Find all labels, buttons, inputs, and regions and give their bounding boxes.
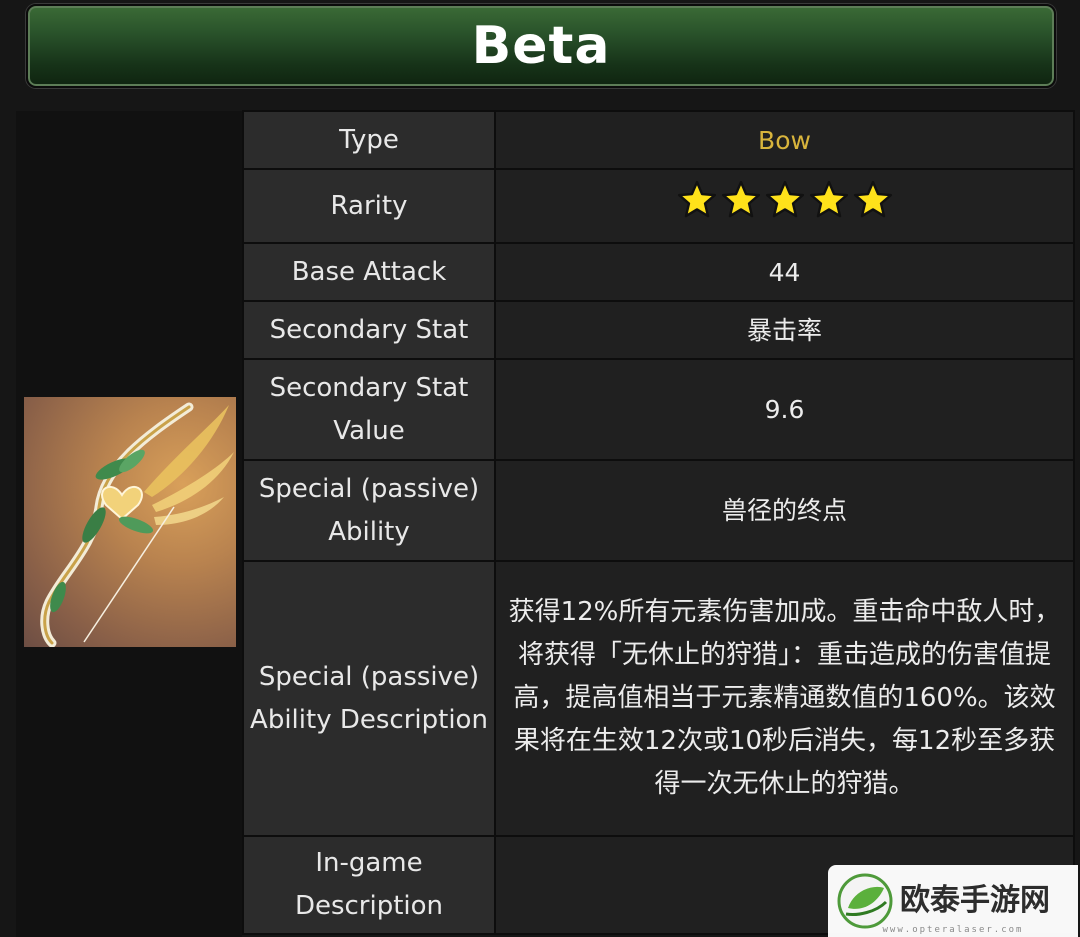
leaf-logo-icon [837, 873, 893, 929]
weapon-title: Beta [471, 16, 611, 76]
type-label: Type [242, 110, 496, 170]
rarity-label: Rarity [242, 168, 496, 244]
base-attack-label: Base Attack [242, 242, 496, 302]
row-type: Type Bow [242, 110, 1075, 170]
secondary-stat-value-value: 9.6 [494, 358, 1075, 461]
weapon-info-table: Type Bow Rarity Base Attack 44 Secondary… [242, 110, 1075, 935]
row-rarity: Rarity [242, 168, 1075, 244]
site-watermark: 欧泰手游网 www.opteralaser.com [828, 865, 1078, 937]
special-ability-label: Special (passive) Ability [242, 459, 496, 562]
row-base-attack: Base Attack 44 [242, 242, 1075, 302]
rarity-value [494, 168, 1075, 244]
secondary-stat-value: 暴击率 [494, 300, 1075, 360]
weapon-image [24, 397, 236, 647]
secondary-stat-value-label: Secondary Stat Value [242, 358, 496, 461]
watermark-site: www.opteralaser.com [882, 925, 1024, 935]
star-icon [809, 180, 848, 217]
star-icon [853, 180, 892, 217]
special-ability-description-value: 获得12%所有元素伤害加成。重击命中敌人时，将获得「无休止的狩猎」：重击造成的伤… [494, 560, 1075, 837]
row-secondary-stat-value: Secondary Stat Value 9.6 [242, 358, 1075, 461]
special-ability-description-label: Special (passive) Ability Description [242, 560, 496, 837]
special-ability-value: 兽径的终点 [494, 459, 1075, 562]
weapon-title-bar: Beta [26, 4, 1056, 88]
ingame-description-label: In-game Description [242, 835, 496, 935]
row-secondary-stat: Secondary Stat 暴击率 [242, 300, 1075, 360]
star-icon [677, 180, 716, 217]
star-icon [765, 180, 804, 217]
watermark-brand: 欧泰手游网 [900, 883, 1050, 918]
secondary-stat-label: Secondary Stat [242, 300, 496, 360]
row-special-ability-description: Special (passive) Ability Description 获得… [242, 560, 1075, 837]
bow-weapon-icon [40, 402, 234, 647]
rarity-stars [676, 179, 894, 221]
row-special-ability: Special (passive) Ability 兽径的终点 [242, 459, 1075, 562]
star-icon [721, 180, 760, 217]
type-value: Bow [494, 110, 1075, 170]
base-attack-value: 44 [494, 242, 1075, 302]
